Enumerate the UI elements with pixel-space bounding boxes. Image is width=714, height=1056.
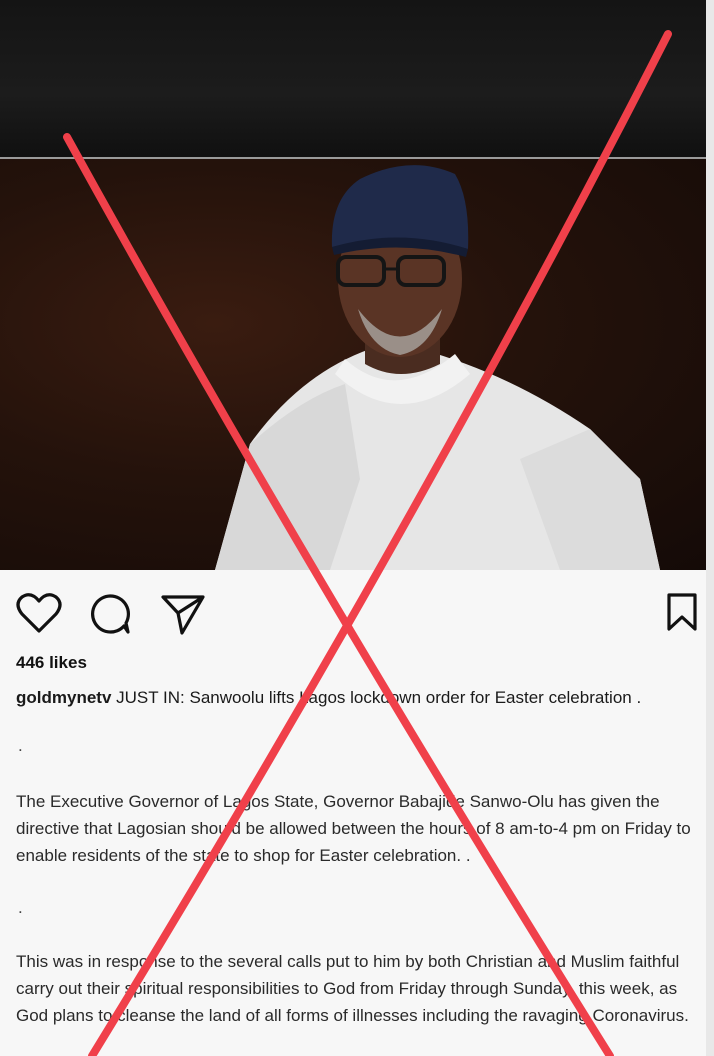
top-dark-area [0, 0, 714, 157]
action-bar [0, 570, 714, 640]
screen-edge [706, 0, 714, 1056]
post-caption: goldmynetv JUST IN: Sanwoolu lifts Lagos… [16, 684, 696, 711]
heart-icon[interactable] [16, 592, 62, 639]
username-link[interactable]: goldmynetv [16, 688, 111, 707]
bookmark-icon[interactable] [666, 592, 698, 637]
post-panel: 446 likes goldmynetv JUST IN: Sanwoolu l… [0, 570, 714, 1056]
like-count[interactable]: 446 likes [16, 653, 87, 673]
caption-paragraph-2: This was in response to the several call… [16, 952, 689, 1025]
comment-icon[interactable] [88, 592, 132, 641]
portrait-illustration [215, 165, 660, 570]
caption-text: JUST IN: Sanwoolu lifts Lagos lockdown o… [111, 688, 642, 707]
post-photo [0, 159, 714, 570]
separator-dot: . [18, 736, 23, 755]
send-icon[interactable] [160, 592, 206, 641]
caption-paragraph-1: The Executive Governor of Lagos State, G… [16, 792, 691, 865]
separator-dot: . [18, 898, 23, 917]
